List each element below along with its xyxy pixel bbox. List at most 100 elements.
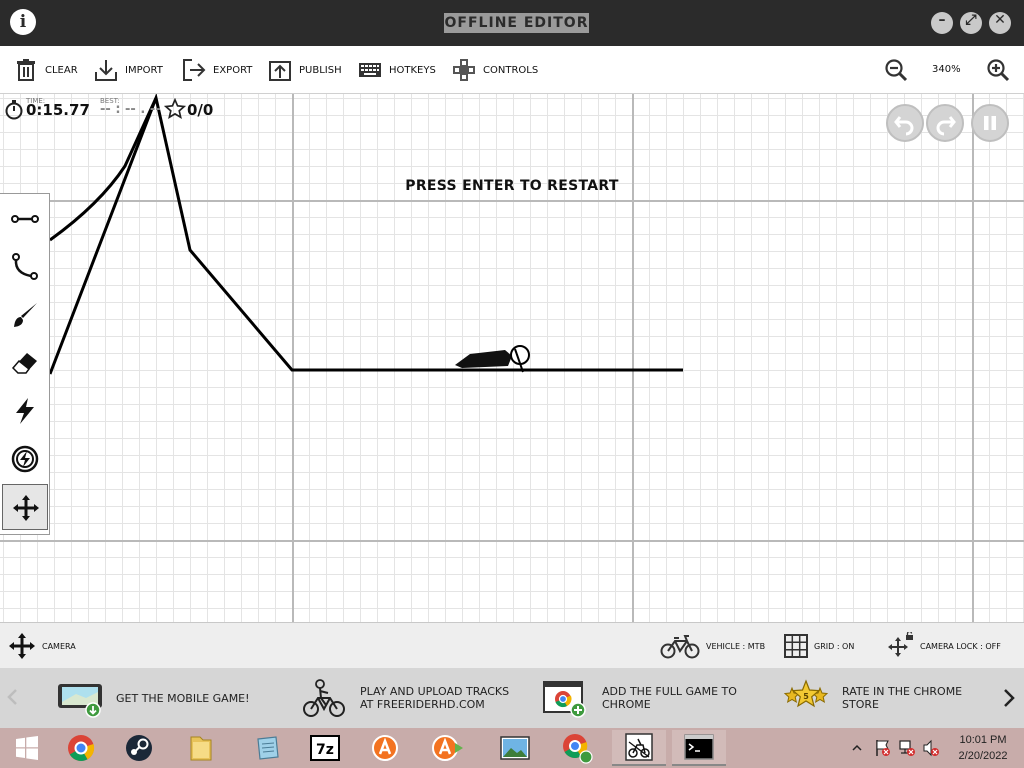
import-icon [95, 60, 117, 81]
gravity-icon [11, 445, 39, 473]
track-canvas[interactable]: TIME: 0:15.77 BEST: -- : -- . -- 0/0 PRE… [0, 94, 1024, 622]
promo-rate-line1: RATE IN THE CHROME [842, 685, 963, 698]
vehicle-selector[interactable]: VEHICLE : MTB [660, 631, 765, 661]
taskbar-file-explorer[interactable] [174, 730, 228, 766]
tool-boost[interactable] [2, 388, 48, 434]
camera-lock-label: CAMERA LOCK : OFF [920, 641, 1001, 651]
restart-message: PRESS ENTER TO RESTART [405, 178, 619, 194]
clock-date[interactable]: 2/20/2022 [948, 750, 1018, 762]
taskbar-steam[interactable] [112, 730, 166, 766]
action-center-flag-icon[interactable] [874, 739, 892, 757]
pause-icon [984, 116, 996, 130]
7zip-icon: 7z [310, 735, 340, 761]
import-button[interactable]: IMPORT [94, 58, 163, 82]
stopwatch-icon [5, 100, 23, 120]
publish-button[interactable]: PUBLISH [268, 58, 342, 82]
promo-rate-store[interactable]: 5 RATE IN THE CHROME STORE [782, 676, 962, 720]
publish-icon [269, 61, 291, 81]
photos-icon [500, 736, 530, 760]
avast-secondary-icon [432, 735, 463, 761]
tool-brush[interactable] [2, 292, 48, 338]
import-label: IMPORT [125, 64, 163, 76]
avast-icon [372, 735, 398, 761]
rider-icon [303, 679, 345, 717]
tool-straight-line[interactable] [2, 196, 48, 242]
taskbar-free-rider-hd[interactable] [612, 730, 666, 766]
export-icon [183, 59, 206, 81]
camera-lock-toggle[interactable]: CAMERA LOCK : OFF [886, 631, 1001, 661]
promo-chrome-line1: ADD THE FULL GAME TO [602, 685, 737, 698]
taskbar-chrome-app[interactable] [550, 730, 604, 766]
undo-button[interactable] [886, 104, 924, 142]
trash-icon [17, 59, 35, 81]
promo-mobile-game[interactable]: GET THE MOBILE GAME! [56, 676, 250, 720]
clear-label: CLEAR [45, 64, 78, 76]
rating-stars-icon: 5 [783, 679, 829, 708]
taskbar-7zip[interactable]: 7z [298, 730, 352, 766]
chevron-right-icon[interactable] [1002, 688, 1016, 708]
current-tool-indicator: CAMERA [8, 631, 76, 661]
tool-curve[interactable] [2, 244, 48, 290]
redo-icon [936, 116, 956, 136]
taskbar-notepad[interactable] [240, 730, 294, 766]
pause-button[interactable] [971, 104, 1009, 142]
taskbar-avast-secondary[interactable] [420, 730, 474, 766]
maximize-button[interactable]: ⤢ [960, 12, 982, 34]
taskbar-chrome[interactable] [54, 730, 108, 766]
promo-bar: GET THE MOBILE GAME! PLAY AND UPLOAD TRA… [0, 668, 1024, 728]
promo-upload-tracks[interactable]: PLAY AND UPLOAD TRACKS AT FREERIDERHD.CO… [300, 676, 509, 720]
status-bar: CAMERA VEHICLE : MTB GRID : ON CAMERA LO… [0, 622, 1024, 668]
tool-eraser[interactable] [2, 340, 48, 386]
grid-icon [784, 634, 808, 658]
promo-chrome-text: ADD THE FULL GAME TO CHROME [602, 685, 737, 711]
chrome-add-icon [543, 681, 586, 718]
stars-counter: 0/0 [187, 101, 214, 119]
camera-move-icon [9, 633, 35, 659]
start-button[interactable] [0, 730, 54, 766]
taskbar-command-prompt[interactable] [672, 730, 726, 766]
clear-button[interactable]: CLEAR [14, 58, 78, 82]
taskbar-photos[interactable] [488, 730, 542, 766]
current-tool-label: CAMERA [42, 641, 76, 651]
boost-icon [16, 398, 34, 424]
minimize-button[interactable]: – [931, 12, 953, 34]
network-icon[interactable] [898, 739, 916, 757]
redo-button[interactable] [926, 104, 964, 142]
windows-taskbar: 7z 10:01 PM 2/20/2022 [0, 728, 1024, 768]
controls-button[interactable]: CONTROLS [452, 58, 538, 82]
clock-time[interactable]: 10:01 PM [948, 734, 1018, 746]
close-button[interactable]: ✕ [989, 12, 1011, 34]
grid-toggle[interactable]: GRID : ON [784, 631, 854, 661]
chevron-left-icon[interactable] [6, 688, 18, 706]
chrome-app-icon [563, 734, 593, 764]
star-icon [164, 98, 186, 119]
title-bar: i OFFLINE EDITOR – ⤢ ✕ [0, 0, 1024, 46]
chevron-up-icon[interactable] [852, 743, 862, 753]
zoom-in-icon[interactable] [986, 58, 1010, 82]
hotkeys-button[interactable]: HOTKEYS [358, 58, 436, 82]
app-title: OFFLINE EDITOR [444, 13, 589, 33]
promo-mobile-line1: GET THE MOBILE GAME! [116, 691, 250, 705]
folder-icon [190, 736, 212, 761]
rating-badge-number: 5 [803, 692, 809, 701]
hotkeys-label: HOTKEYS [389, 64, 436, 76]
chrome-icon [68, 735, 95, 762]
promo-upload-text: PLAY AND UPLOAD TRACKS AT FREERIDERHD.CO… [360, 685, 509, 711]
info-button[interactable]: i [10, 9, 36, 35]
undo-icon [894, 116, 914, 136]
controls-label: CONTROLS [483, 64, 539, 76]
volume-muted-icon[interactable] [922, 739, 940, 757]
grid-label: GRID : ON [814, 641, 855, 651]
tool-camera-move[interactable] [2, 484, 48, 530]
tool-gravity[interactable] [2, 436, 48, 482]
rider-crashed [455, 345, 530, 373]
vehicle-label: VEHICLE : MTB [706, 641, 766, 651]
promo-chrome-full-game[interactable]: ADD THE FULL GAME TO CHROME [542, 676, 737, 720]
taskbar-avast[interactable] [358, 730, 412, 766]
svg-text:7z: 7z [316, 742, 334, 758]
editor-toolbar: CLEAR IMPORT EXPORT PUBLISH HOTKEYS CONT… [0, 46, 1024, 94]
gamepad-icon [453, 59, 475, 81]
zoom-out-icon[interactable] [884, 58, 908, 82]
command-prompt-icon [684, 734, 714, 760]
export-button[interactable]: EXPORT [182, 58, 252, 82]
